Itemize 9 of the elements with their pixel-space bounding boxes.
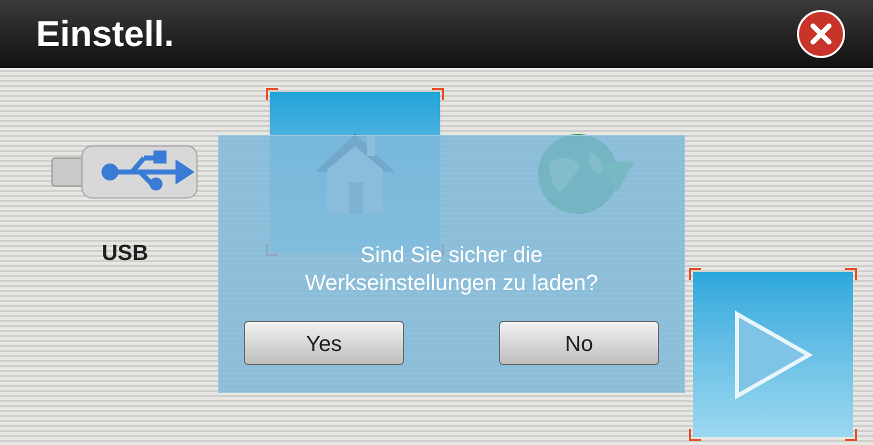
tile-label: USB [102, 239, 148, 267]
dialog-message-line: Werkseinstellungen zu laden? [304, 269, 598, 297]
close-icon [810, 23, 832, 45]
close-button[interactable] [797, 10, 845, 58]
window-title: Einstell. [36, 12, 174, 56]
dialog-button[interactable]: No [499, 321, 659, 365]
dialog-message-line: Sind Sie sicher die [360, 241, 543, 269]
dialog-button[interactable]: Yes [244, 321, 404, 365]
play-triangle-icon [733, 310, 813, 400]
